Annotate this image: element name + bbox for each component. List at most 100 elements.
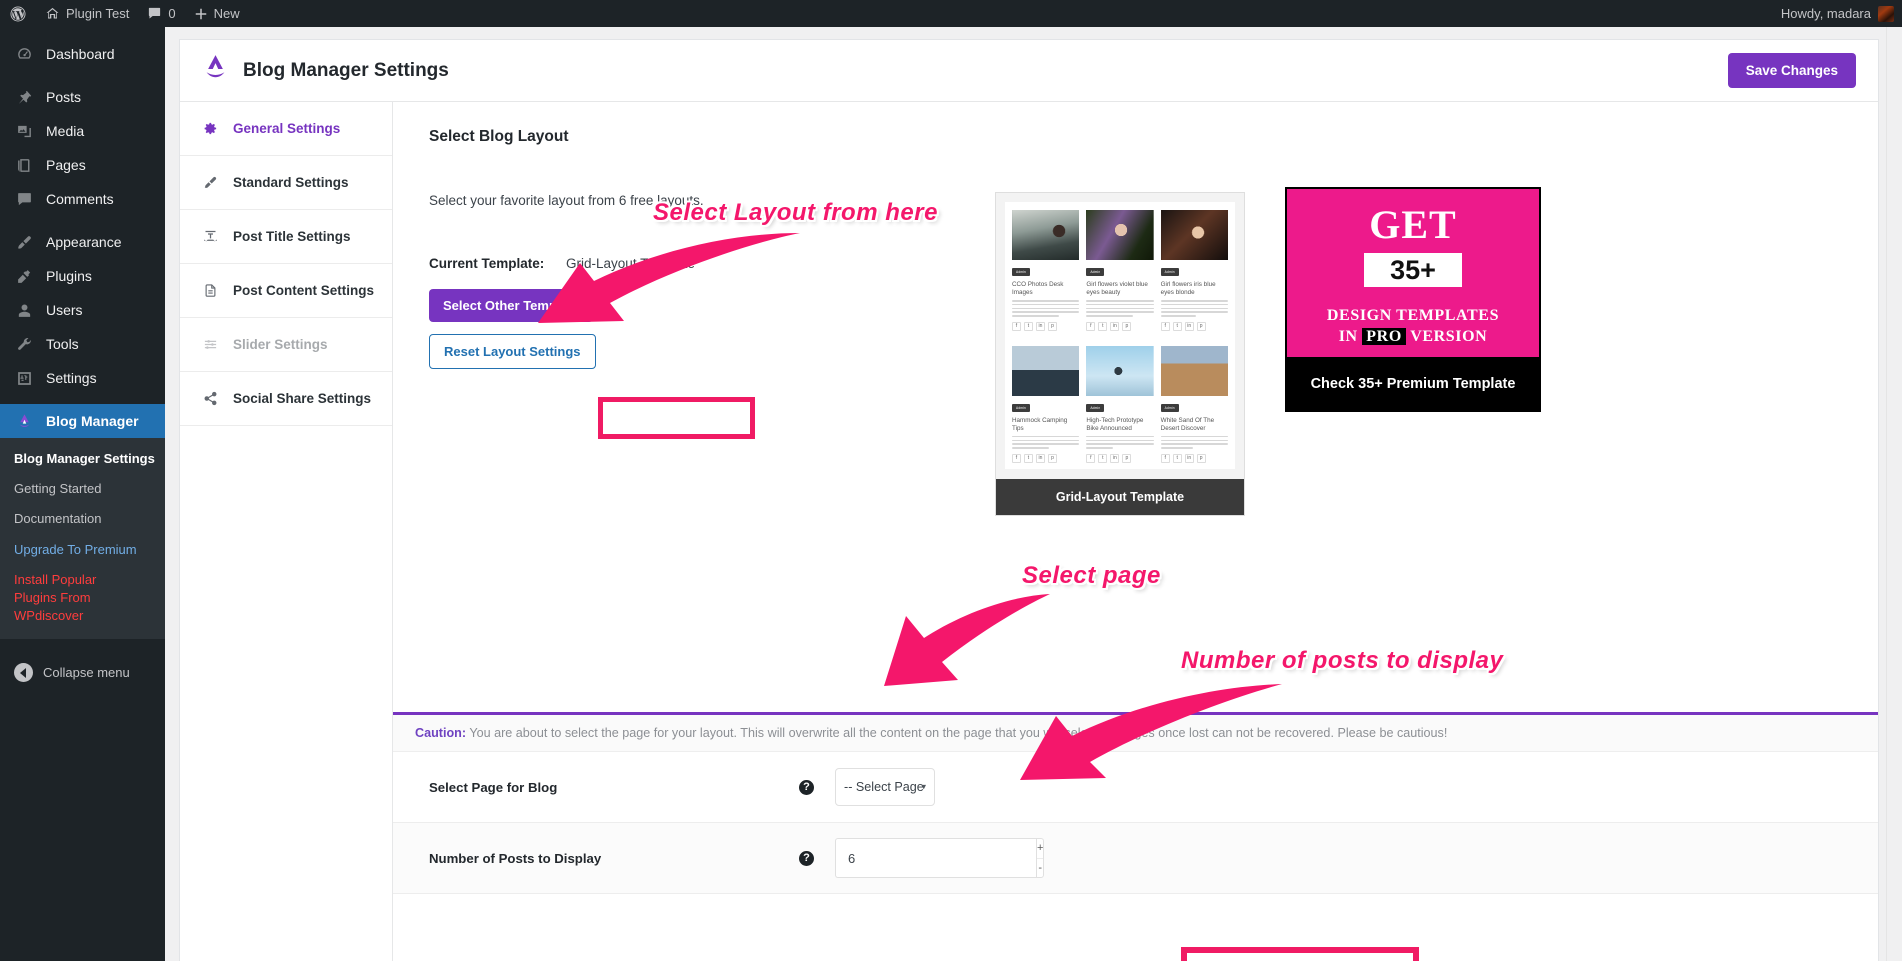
brush-icon — [202, 175, 219, 190]
number-of-posts-label: Number of Posts to Display — [429, 850, 602, 866]
comments-icon — [14, 191, 34, 208]
collapse-menu-label: Collapse menu — [43, 665, 130, 681]
select-other-template-button[interactable]: Select Other Template — [429, 289, 594, 322]
post-thumbnail — [1086, 345, 1154, 396]
sidebar-item-blog-manager-settings[interactable]: Blog Manager Settings — [0, 444, 165, 474]
tab-slider-settings[interactable]: Slider Settings — [180, 318, 392, 372]
tab-post-content-settings[interactable]: Post Content Settings — [180, 264, 392, 318]
tab-label: Slider Settings — [233, 337, 328, 352]
promo-get-label: GET — [1369, 202, 1457, 247]
sidebar-item-appearance[interactable]: Appearance — [0, 225, 165, 259]
highlight-box-select-other-template — [598, 397, 755, 439]
new-label: New — [213, 6, 240, 21]
comments-bubble-button[interactable]: 0 — [138, 0, 184, 27]
linkedin-icon: in — [1036, 321, 1045, 331]
sidebar-item-comments[interactable]: Comments — [0, 182, 165, 216]
twitter-icon: t — [1024, 453, 1033, 463]
post-thumbnail — [1012, 210, 1080, 260]
select-page-label: Select Page for Blog — [429, 779, 558, 795]
sidebar-item-media[interactable]: Media — [0, 114, 165, 148]
tab-standard-settings[interactable]: Standard Settings — [180, 156, 392, 210]
help-icon[interactable]: ? — [799, 850, 814, 866]
page-scrollbar[interactable] — [1886, 27, 1902, 961]
comment-icon — [147, 6, 162, 21]
sidebar-item-upgrade-to-premium[interactable]: Upgrade To Premium — [0, 535, 165, 565]
promo-cta-label[interactable]: Check 35+ Premium Template — [1287, 357, 1539, 410]
sidebar-item-plugins[interactable]: Plugins — [0, 259, 165, 293]
post-title: Girl flowers iris blue eyes blonde — [1160, 281, 1216, 296]
collapse-menu-button[interactable]: Collapse menu — [0, 653, 165, 692]
post-thumbnail — [1160, 210, 1228, 260]
post-badge: Admin — [1012, 268, 1031, 276]
sidebar-label: Users — [46, 302, 83, 318]
premium-promo-banner[interactable]: GET 35+ DESIGN TEMPLATES IN PRO VERSION … — [1285, 187, 1541, 412]
sidebar-label: Media — [46, 123, 85, 139]
site-name-button[interactable]: Plugin Test — [36, 0, 138, 27]
tab-general-settings[interactable]: General Settings — [180, 102, 392, 156]
number-of-posts-row: Number of Posts to Display ? + - — [393, 823, 1878, 894]
settings-tab-list: General Settings Standard Settings Post … — [180, 102, 393, 961]
number-of-posts-input[interactable] — [835, 838, 1036, 878]
post-thumbnail — [1012, 345, 1080, 396]
wordpress-logo-button[interactable] — [0, 0, 36, 27]
post-badge: Admin — [1086, 268, 1105, 276]
admin-bar-account[interactable]: Howdy, madara — [1781, 5, 1902, 22]
template-post-card: Admin White Sand Of The Desert Discover … — [1160, 345, 1228, 463]
sidebar-label: Comments — [46, 191, 114, 207]
sidebar-item-pages[interactable]: Pages — [0, 148, 165, 182]
admin-sidebar: Dashboard Posts Media Pages Comments App… — [0, 27, 165, 961]
promo-line-2: IN PRO VERSION — [1287, 328, 1539, 346]
sidebar-item-users[interactable]: Users — [0, 293, 165, 327]
sidebar-separator — [0, 71, 165, 80]
post-excerpt — [1012, 300, 1080, 317]
help-icon[interactable]: ? — [799, 779, 814, 795]
template-preview-card[interactable]: Admin CCO Photos Desk Images f t in p Admin — [995, 192, 1245, 516]
tab-post-title-settings[interactable]: Post Title Settings — [180, 210, 392, 264]
post-excerpt — [1012, 435, 1080, 449]
sidebar-item-documentation[interactable]: Documentation — [0, 504, 165, 534]
sidebar-item-dashboard[interactable]: Dashboard — [0, 37, 165, 71]
save-changes-button[interactable]: Save Changes — [1727, 53, 1856, 88]
sidebar-item-getting-started[interactable]: Getting Started — [0, 474, 165, 504]
wrench-icon — [14, 336, 34, 353]
select-page-dropdown[interactable]: -- Select Page -- — [835, 768, 935, 806]
facebook-icon: f — [1160, 321, 1170, 331]
twitter-icon: t — [1172, 453, 1182, 463]
sidebar-label: Plugins — [46, 268, 92, 284]
new-content-button[interactable]: New — [185, 0, 249, 27]
sidebar-item-blog-manager[interactable]: Blog Manager — [0, 404, 165, 438]
sidebar-item-install-popular-plugins[interactable]: Install Popular Plugins From WPdiscover — [0, 565, 130, 632]
avatar — [1878, 5, 1894, 22]
general-settings-panel: Select Blog Layout Select your favorite … — [393, 102, 1878, 961]
template-post-card: Admin High-Tech Prototype Bike Announced… — [1086, 345, 1154, 463]
select-blog-layout-section: Select Blog Layout Select your favorite … — [393, 102, 1878, 712]
post-social-row: f t in p — [1086, 453, 1153, 463]
sidebar-submenu: Blog Manager Settings Getting Started Do… — [0, 438, 165, 640]
sliders-icon — [202, 337, 219, 352]
comments-count: 0 — [168, 6, 176, 21]
page-header: Blog Manager Settings Save Changes — [180, 40, 1878, 102]
collapse-arrow-icon — [14, 663, 33, 683]
linkedin-icon: in — [1184, 321, 1194, 331]
decrement-button[interactable]: - — [1037, 859, 1043, 878]
pinterest-icon: p — [1048, 453, 1057, 463]
brush-icon — [14, 234, 34, 251]
post-social-row: f t in p — [1160, 321, 1228, 331]
pinterest-icon: p — [1048, 321, 1057, 331]
twitter-icon: t — [1172, 321, 1182, 331]
increment-button[interactable]: + — [1037, 839, 1044, 859]
twitter-icon: t — [1024, 321, 1033, 331]
sidebar-item-settings[interactable]: Settings — [0, 361, 165, 395]
template-post-card: Admin CCO Photos Desk Images f t in p — [1012, 210, 1080, 331]
caution-text: You are about to select the page for you… — [466, 726, 1448, 740]
tab-label: Post Content Settings — [233, 283, 374, 298]
linkedin-icon: in — [1184, 453, 1194, 463]
sidebar-item-posts[interactable]: Posts — [0, 80, 165, 114]
template-post-card: Admin Girl flowers violet blue eyes beau… — [1086, 210, 1154, 331]
caution-label: Caution: — [415, 726, 467, 740]
tab-social-share-settings[interactable]: Social Share Settings — [180, 372, 392, 426]
reset-layout-settings-button[interactable]: Reset Layout Settings — [429, 334, 596, 369]
sidebar-item-tools[interactable]: Tools — [0, 327, 165, 361]
post-badge: Admin — [1160, 403, 1179, 412]
section-title: Select Blog Layout — [429, 128, 569, 145]
